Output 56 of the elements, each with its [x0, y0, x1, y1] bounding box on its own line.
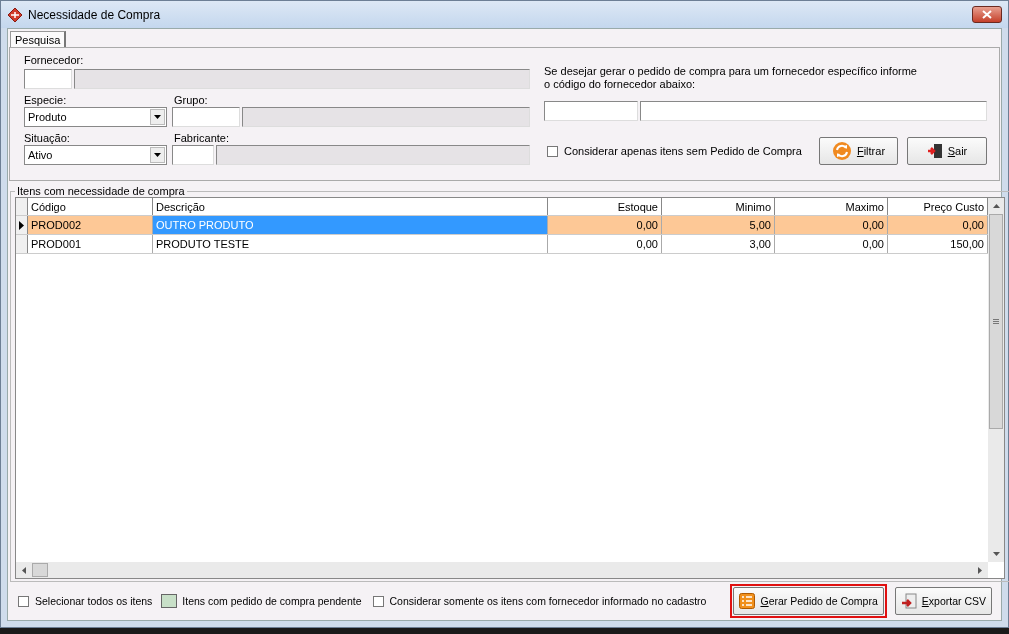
dropdown[interactable]: Ativo	[24, 145, 167, 165]
caret-icon	[154, 115, 161, 119]
filter-button[interactable]: Filtrar	[819, 137, 898, 165]
checkbox[interactable]: Selecionar todos os itens	[18, 595, 153, 607]
exit-button[interactable]: Sair	[907, 137, 987, 165]
legend-label: Itens com pedido de compra pendente	[182, 595, 362, 607]
checkbox[interactable]: Considerar apenas itens sem Pedido de Compra	[547, 145, 819, 157]
table-cell: 5,00	[662, 216, 775, 234]
scroll-up-icon	[992, 204, 1000, 208]
scroll-thumb[interactable]	[989, 214, 1003, 429]
input-field[interactable]	[172, 145, 214, 165]
field-label: Grupo:	[174, 94, 208, 107]
field-label: Fabricante:	[174, 132, 230, 145]
input-field[interactable]	[640, 101, 987, 121]
field-label: Fornecedor:	[24, 54, 85, 67]
column-header[interactable]: Descrição	[153, 198, 548, 215]
instruction-text: Se desejar gerar o pedido de compra para um fornecedor específico informe o código do fornecedor abaixo:	[544, 65, 918, 91]
export-icon	[900, 593, 917, 609]
current-row-icon	[19, 220, 24, 230]
column-header[interactable]: Código	[28, 198, 153, 215]
field-label: Situação:	[24, 132, 71, 145]
table-cell: PROD001	[28, 235, 153, 253]
table-cell: PRODUTO TESTE	[153, 235, 548, 253]
window-title: Necessidade de Compra	[28, 7, 161, 22]
vertical-scrollbar[interactable]	[988, 198, 1004, 562]
scroll-down-icon	[992, 552, 1000, 556]
row-header[interactable]	[16, 216, 28, 234]
table-cell: 0,00	[548, 235, 662, 253]
horizontal-scrollbar[interactable]	[16, 562, 988, 578]
table-cell: 0,00	[775, 235, 888, 253]
group-title: Itens com necessidade de compra	[16, 185, 186, 197]
table-cell: 3,00	[662, 235, 775, 253]
close-icon	[982, 10, 992, 19]
refresh-icon	[831, 141, 852, 161]
table-cell: 0,00	[775, 216, 888, 234]
dropdown[interactable]: Produto	[24, 107, 167, 127]
input-field[interactable]	[172, 107, 240, 127]
exit-door-icon	[926, 143, 943, 159]
scroll-thumb[interactable]	[32, 563, 48, 577]
app-icon	[7, 6, 23, 23]
close-button[interactable]	[972, 6, 1002, 23]
generate-order-button[interactable]: Gerar Pedido de Compra	[733, 587, 884, 615]
table-cell: 0,00	[548, 216, 662, 234]
field-label: Especie:	[24, 94, 68, 107]
table-cell: OUTRO PRODUTO	[153, 216, 548, 234]
input-field[interactable]	[544, 101, 638, 121]
input-field[interactable]	[24, 69, 72, 89]
caret-icon	[154, 153, 161, 157]
export-button[interactable]: Exportar CSV	[894, 587, 992, 615]
tab[interactable]: Pesquisa	[10, 31, 67, 47]
checkbox[interactable]: Considerar somente os itens com fornecedor informado no cadastro	[372, 595, 707, 607]
scroll-left-icon	[22, 566, 26, 574]
checklist-icon	[739, 593, 756, 609]
table-cell: PROD002	[28, 216, 153, 234]
scroll-right-icon	[978, 566, 982, 574]
table-cell: 0,00	[888, 216, 988, 234]
